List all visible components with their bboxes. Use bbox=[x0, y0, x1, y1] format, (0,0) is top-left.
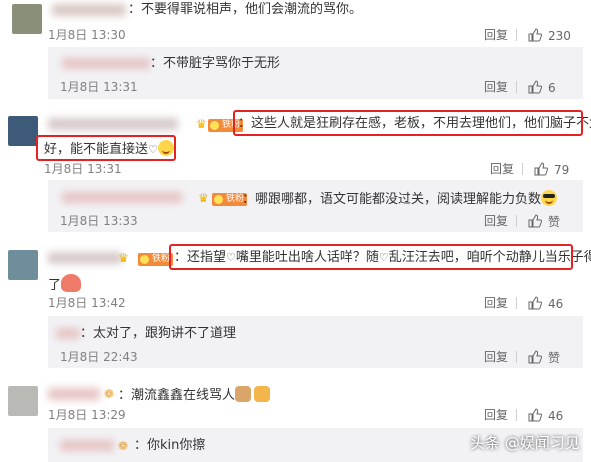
username-blurred[interactable] bbox=[60, 440, 114, 451]
divider bbox=[522, 163, 523, 175]
timestamp: 1月8日 13:31 bbox=[44, 162, 122, 176]
watermark: 头条 @娱闻习见 bbox=[470, 434, 580, 452]
highlight-box bbox=[36, 135, 176, 161]
thumbs-up-icon bbox=[528, 408, 542, 422]
thumbs-up-emoji-icon bbox=[254, 386, 271, 402]
v-badge-icon: ♛ bbox=[118, 251, 129, 265]
reply-button[interactable]: 回复 bbox=[484, 214, 508, 228]
reply-text: ：哪跟哪都，语文可能都没过关，阅读理解能力负数 bbox=[242, 190, 558, 208]
like-count: 6 bbox=[548, 81, 556, 95]
thumbs-up-icon bbox=[528, 214, 542, 228]
username-blurred[interactable] bbox=[48, 388, 100, 400]
username-blurred[interactable] bbox=[56, 328, 80, 339]
v-badge-icon: ♛ bbox=[196, 117, 207, 131]
timestamp: 1月8日 13:29 bbox=[48, 408, 126, 422]
username-blurred[interactable] bbox=[48, 252, 122, 264]
timestamp: 1月8日 13:42 bbox=[48, 296, 126, 310]
thumbs-up-icon bbox=[528, 296, 542, 310]
divider bbox=[516, 215, 517, 227]
username-blurred[interactable] bbox=[52, 4, 126, 16]
like-button[interactable]: 赞 bbox=[528, 350, 560, 365]
divider bbox=[516, 351, 517, 363]
v-badge-icon: ❁ bbox=[118, 439, 129, 453]
badge-icon bbox=[214, 195, 223, 204]
doge-icon bbox=[235, 386, 252, 402]
like-count: 79 bbox=[554, 163, 570, 177]
octopus-icon bbox=[61, 274, 82, 292]
v-badge-icon: ♛ bbox=[198, 191, 209, 205]
fan-badge: 铁粉 bbox=[138, 253, 174, 266]
highlight-box bbox=[233, 110, 583, 136]
like-count: 230 bbox=[548, 29, 571, 43]
like-count: 46 bbox=[548, 409, 564, 423]
timestamp: 1月8日 13:31 bbox=[60, 80, 138, 94]
thumbs-up-icon bbox=[534, 162, 548, 176]
reply-text: ：太对了，跟狗讲不了道理 bbox=[80, 326, 237, 341]
reply-button[interactable]: 回复 bbox=[484, 296, 508, 310]
reply-button[interactable]: 回复 bbox=[484, 80, 508, 94]
highlight-box bbox=[169, 244, 573, 270]
avatar[interactable] bbox=[8, 250, 38, 280]
like-button[interactable]: 46 bbox=[528, 296, 563, 311]
reply-text: ：你kin你擦 bbox=[134, 438, 206, 453]
divider bbox=[516, 81, 517, 93]
reply-button[interactable]: 回复 bbox=[490, 162, 514, 176]
divider bbox=[516, 29, 517, 41]
reply-button[interactable]: 回复 bbox=[484, 350, 508, 364]
thumbs-up-icon bbox=[528, 350, 542, 364]
reply-text: ：不带脏字骂你于无形 bbox=[150, 56, 281, 71]
avatar[interactable] bbox=[8, 116, 38, 146]
divider bbox=[516, 297, 517, 309]
username-blurred[interactable] bbox=[48, 118, 178, 130]
timestamp: 1月8日 13:33 bbox=[60, 214, 138, 228]
timestamp: 1月8日 13:30 bbox=[48, 28, 126, 42]
avatar[interactable] bbox=[12, 4, 42, 34]
badge-icon bbox=[140, 255, 149, 264]
comment-text: ：潮流鑫鑫在线骂人 bbox=[118, 386, 271, 404]
like-count: 赞 bbox=[548, 351, 561, 365]
avatar[interactable] bbox=[8, 386, 38, 416]
like-count: 赞 bbox=[548, 215, 561, 229]
badge-icon bbox=[210, 121, 219, 130]
username-blurred[interactable] bbox=[62, 192, 182, 203]
reply-button[interactable]: 回复 bbox=[484, 28, 508, 42]
comment-text: ：不要得罪说相声，他们会潮流的骂你。 bbox=[128, 2, 363, 17]
like-button[interactable]: 46 bbox=[528, 408, 563, 423]
like-button[interactable]: 230 bbox=[528, 28, 571, 43]
comment-text-line2: 了 bbox=[48, 274, 82, 294]
like-button[interactable]: 赞 bbox=[528, 214, 560, 229]
sunglasses-face-icon bbox=[541, 190, 558, 206]
like-count: 46 bbox=[548, 297, 564, 311]
timestamp: 1月8日 22:43 bbox=[60, 350, 138, 364]
thumbs-up-icon bbox=[528, 80, 542, 94]
thumbs-up-icon bbox=[528, 28, 542, 42]
reply-button[interactable]: 回复 bbox=[484, 408, 508, 422]
username-blurred[interactable] bbox=[62, 58, 150, 69]
divider bbox=[516, 409, 517, 421]
like-button[interactable]: 6 bbox=[528, 80, 556, 95]
like-button[interactable]: 79 bbox=[534, 162, 569, 177]
v-badge-icon: ❁ bbox=[104, 387, 115, 401]
